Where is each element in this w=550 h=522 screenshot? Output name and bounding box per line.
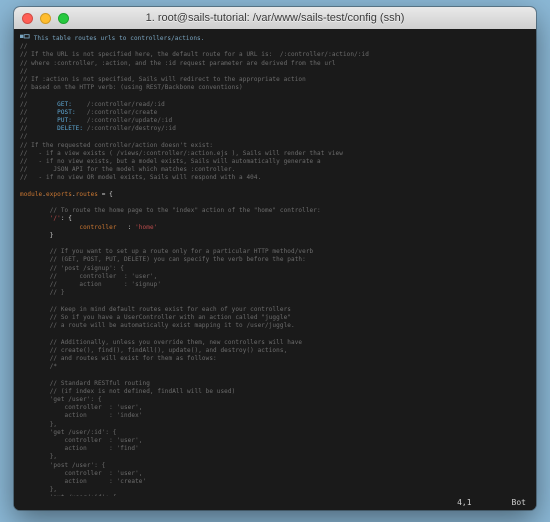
file-line: GET: <box>57 101 72 108</box>
zoom-icon[interactable] <box>58 13 69 24</box>
file-line: 'post /user': { <box>20 462 105 469</box>
minimize-icon[interactable] <box>40 13 51 24</box>
file-line: POST: <box>57 109 76 116</box>
file-line: // If the URL is not specified here, the… <box>20 51 369 58</box>
window-title: 1. root@sails-tutorial: /var/www/sails-t… <box>14 12 536 24</box>
file-line: // a route will be automatically exist m… <box>20 322 295 329</box>
file-line: /:controller/update/:id <box>72 117 172 124</box>
file-line: action : 'create' <box>20 478 146 485</box>
file-line: 'get /user/:id': { <box>20 429 117 436</box>
comment-lead-icon <box>20 33 30 39</box>
file-line: // To route the home page to the "index"… <box>20 207 321 214</box>
file-line: controller : 'user', <box>20 437 143 444</box>
file-line: /* <box>20 363 57 370</box>
file-line: // action : 'signup' <box>20 281 161 288</box>
file-line: // If :action is not specified, Sails wi… <box>20 76 306 83</box>
file-line: // - if no view exists, but a model exis… <box>20 158 321 165</box>
file-line: // based on the HTTP verb: (using REST/B… <box>20 84 243 91</box>
file-line: // and routes will exist for them as fol… <box>20 355 217 362</box>
file-line: }, <box>20 421 57 428</box>
editor-content[interactable]: This table routes urls to controllers/ac… <box>14 29 536 510</box>
file-line: // If the requested controller/action do… <box>20 142 213 149</box>
file-line: // } <box>20 289 65 296</box>
file-line: // create(), find(), findAll(), update()… <box>20 347 287 354</box>
file-line: // Standard RESTful routing <box>20 380 150 387</box>
file-line: // Keep in mind default routes exist for… <box>20 306 291 313</box>
file-line: // If you want to set up a route only fo… <box>20 248 313 255</box>
file-line: // So if you have a UserController with … <box>20 314 291 321</box>
file-line: }, <box>20 486 57 493</box>
file-line: // (GET, POST, PUT, DELETE) you can spec… <box>20 256 306 263</box>
file-line: // - if a view exists ( /views/:controll… <box>20 150 343 157</box>
file-line: /:controller/destroy/:id <box>83 125 176 132</box>
file-line: /:controller/read/:id <box>72 101 165 108</box>
cursor-position: 4,1 <box>457 496 471 510</box>
window-lights <box>22 13 69 24</box>
file-line: // (if index is not defined, findAll wil… <box>20 388 235 395</box>
close-icon[interactable] <box>22 13 33 24</box>
file-line: // where :controller, :action, and the :… <box>20 60 336 67</box>
file-line: // - if no view OR model exists, Sails w… <box>20 174 261 181</box>
titlebar: 1. root@sails-tutorial: /var/www/sails-t… <box>14 7 536 30</box>
file-line: '/' <box>50 215 61 222</box>
file-line: /:controller/create <box>76 109 158 116</box>
file-line: This table routes urls to controllers/ac… <box>30 35 204 42</box>
file-line: DELETE: <box>57 125 83 132</box>
file-line: action : 'find' <box>20 445 139 452</box>
file-line: // 'post /signup': { <box>20 265 124 272</box>
scroll-position: Bot <box>512 496 526 510</box>
file-line: }, <box>20 453 57 460</box>
file-line: 'home' <box>135 224 157 231</box>
file-line: 'get /user': { <box>20 396 102 403</box>
file-line: action : 'index' <box>20 412 143 419</box>
file-line: PUT: <box>57 117 72 124</box>
file-line: controller : 'user', <box>20 470 143 477</box>
terminal-window: 1. root@sails-tutorial: /var/www/sails-t… <box>14 7 536 510</box>
file-line: // controller : 'user', <box>20 273 157 280</box>
vim-statusbar: 4,1 Bot <box>14 496 536 510</box>
file-line: // Additionally, unless you override the… <box>20 339 302 346</box>
file-line: controller : 'user', <box>20 404 143 411</box>
file-line: // JSON API for the model which matches … <box>20 166 235 173</box>
